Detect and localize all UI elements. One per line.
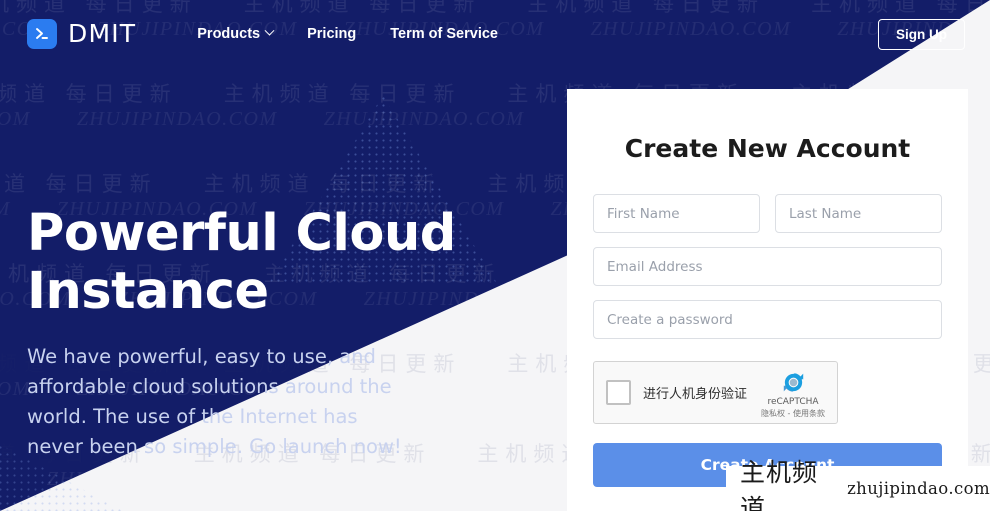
watermark-text-cn: 主机频道 每日更新 bbox=[223, 82, 462, 106]
signup-card-title: Create New Account bbox=[624, 134, 911, 163]
recaptcha-widget[interactable]: 进行人机身份验证 reCAPTCHA 隐私权 - 使用条款 bbox=[593, 361, 838, 424]
watermark-badge-en: zhujipindao.com bbox=[847, 479, 990, 498]
brand-name: DMIT bbox=[68, 19, 137, 48]
nav-link-pricing-label: Pricing bbox=[307, 25, 357, 42]
signup-button[interactable]: Sign Up bbox=[878, 19, 965, 50]
watermark-text-cn: 主机频道 每日更新 bbox=[0, 172, 158, 196]
recaptcha-logo-icon bbox=[783, 373, 803, 392]
watermark-text-en: ZHUJIPINDAO.COM bbox=[76, 108, 278, 130]
navbar: DMIT Products Pricing Term of Service Si… bbox=[0, 0, 990, 67]
watermark-text-cn: 主机频道 每日更新 bbox=[0, 82, 178, 106]
watermark-badge-cn: 主机频道 bbox=[740, 457, 819, 511]
recaptcha-checkbox[interactable] bbox=[606, 380, 631, 405]
recaptcha-brand-name: reCAPTCHA bbox=[767, 397, 819, 407]
watermark-text-en: ZHUJIPINDAO.COM bbox=[0, 108, 31, 130]
terminal-prompt-icon bbox=[27, 18, 57, 49]
hero-title-line2: Instance bbox=[27, 262, 269, 321]
password-input[interactable] bbox=[593, 300, 942, 339]
watermark-text-en: ZHUJIPINDAO.COM bbox=[0, 198, 11, 221]
hero-title-line1: Powerful Cloud bbox=[27, 204, 456, 263]
page-root: DMIT Products Pricing Term of Service Si… bbox=[0, 0, 990, 511]
watermark-text-en: ZHUJIPINDAO.COM bbox=[323, 108, 525, 130]
nav-links: Products Pricing Term of Service bbox=[197, 26, 498, 42]
brand-logo-group[interactable]: DMIT bbox=[27, 18, 137, 49]
nav-link-products[interactable]: Products bbox=[197, 25, 275, 42]
recaptcha-label: 进行人机身份验证 bbox=[643, 387, 748, 402]
last-name-input[interactable] bbox=[775, 194, 942, 233]
nav-link-products-label: Products bbox=[197, 25, 261, 42]
first-name-input[interactable] bbox=[593, 194, 760, 233]
hero-title: Powerful Cloud Instance bbox=[27, 205, 457, 321]
hero-section: Powerful Cloud Instance We have powerful… bbox=[27, 205, 457, 462]
email-input[interactable] bbox=[593, 247, 942, 286]
nav-link-tos-label: Term of Service bbox=[390, 25, 498, 42]
recaptcha-branding: reCAPTCHA 隐私权 - 使用条款 bbox=[757, 369, 829, 419]
chevron-down-icon bbox=[264, 25, 275, 36]
hero-subtitle: We have powerful, easy to use, and affor… bbox=[27, 345, 402, 458]
nav-link-pricing[interactable]: Pricing bbox=[307, 26, 356, 42]
recaptcha-terms-link[interactable]: 隐私权 - 使用条款 bbox=[757, 408, 829, 419]
name-field-row bbox=[593, 194, 942, 233]
signup-card: Create New Account 进行人机身份验证 reCAPTCHA 隐私… bbox=[567, 89, 968, 511]
nav-link-term-of-service[interactable]: Term of Service bbox=[390, 26, 498, 42]
watermark-badge: 主机频道 zhujipindao.com bbox=[726, 458, 990, 511]
